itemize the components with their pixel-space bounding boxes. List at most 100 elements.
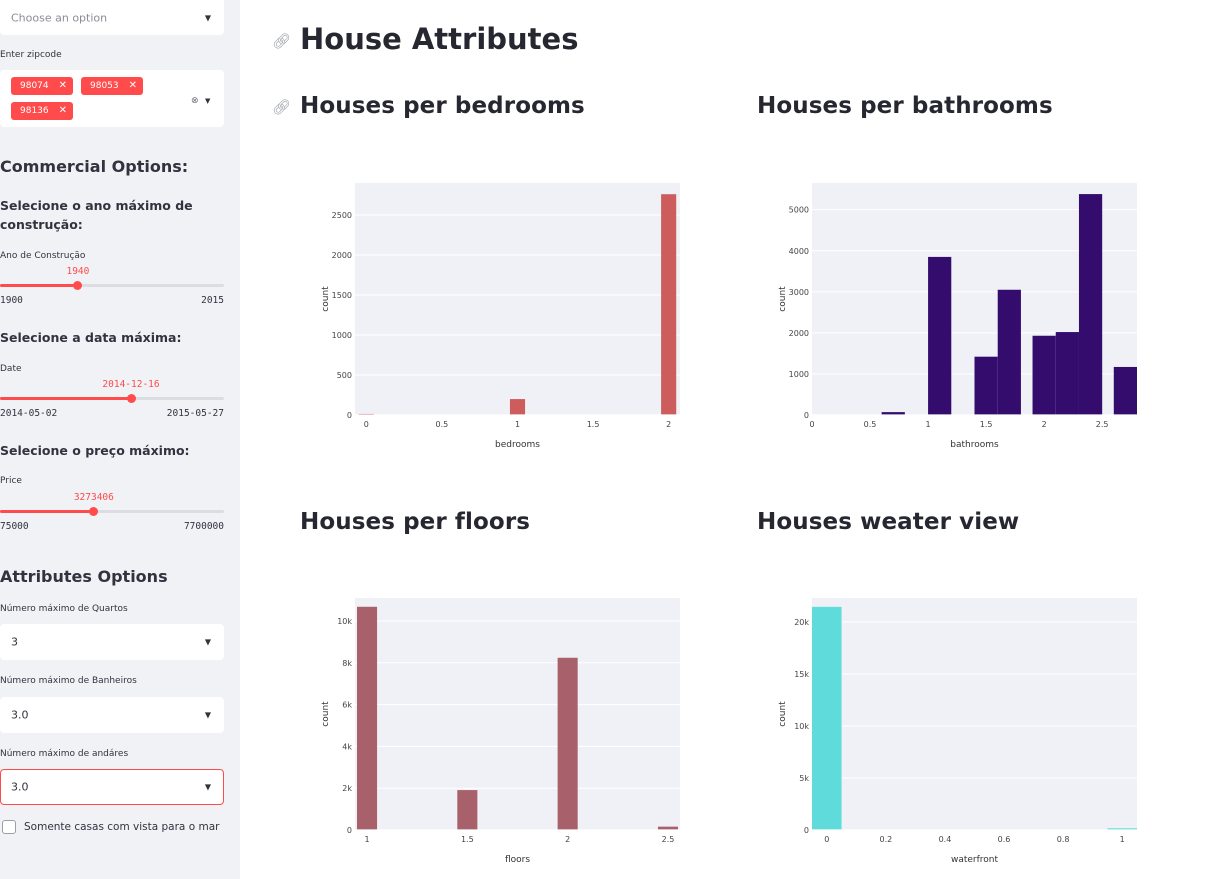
year-slider-value: 1940 xyxy=(66,266,90,277)
x-axis-label: bedrooms xyxy=(495,440,540,450)
y-tick-label: 2000 xyxy=(789,329,809,338)
date-slider-min: 2014-05-02 xyxy=(0,408,58,419)
price-slider[interactable] xyxy=(0,507,224,516)
bedrooms-chart-svg: 0 500 1000 1500 2000 2500 0 0.5 1 1.5 2 bedrooms cou… xyxy=(321,183,680,450)
y-tick-label: 4000 xyxy=(789,247,809,256)
clear-icon[interactable]: ⊗ xyxy=(191,96,199,106)
x-tick-label: 2.5 xyxy=(1096,420,1109,429)
y-tick-label: 1000 xyxy=(332,331,352,340)
price-slider-max: 7700000 xyxy=(183,521,224,532)
floors-chart: 0 2k 4k 6k 8k 10k 1 1.5 2 2.5 floors count xyxy=(310,585,700,879)
x-tick-label: 0.5 xyxy=(436,420,449,429)
date-slider-thumb[interactable] xyxy=(126,394,136,403)
date-heading: Selecione a data máxima: xyxy=(0,330,182,345)
waterview-checkbox[interactable] xyxy=(2,820,16,834)
bedrooms-select[interactable]: 3 ▼ xyxy=(0,624,224,660)
chevron-down-icon: ▼ xyxy=(204,13,211,22)
sidebar: Choose an option ▼ Enter zipcode 98074 ✕… xyxy=(0,0,240,879)
y-tick-label: 5000 xyxy=(789,206,809,215)
price-slider-thumb[interactable] xyxy=(89,507,99,516)
y-tick-label: 15k xyxy=(794,670,809,679)
y-tick-label: 20k xyxy=(794,618,809,627)
zipcode-chip[interactable]: 98053 ✕ xyxy=(81,77,143,95)
x-tick-label: 0.8 xyxy=(1057,835,1070,844)
bar xyxy=(509,399,526,415)
y-axis-label: count xyxy=(778,286,788,312)
close-icon[interactable]: ✕ xyxy=(59,102,67,120)
link-icon[interactable]: 🔗︎ xyxy=(272,32,291,50)
zipcode-chip[interactable]: 98136 ✕ xyxy=(11,102,73,120)
zipcode-label: Enter zipcode xyxy=(0,50,62,60)
year-slider[interactable] xyxy=(0,281,224,290)
price-slider-min: 75000 xyxy=(0,521,29,532)
year-slider-thumb[interactable] xyxy=(73,281,83,290)
y-tick-label: 2k xyxy=(342,784,352,793)
y-tick-label: 2500 xyxy=(332,211,352,220)
bar xyxy=(812,606,842,830)
y-tick-label: 1500 xyxy=(332,291,352,300)
zipcode-chip[interactable]: 98074 ✕ xyxy=(11,77,73,95)
floors-select-value: 3.0 xyxy=(11,780,29,794)
y-tick-label: 10k xyxy=(337,617,352,626)
x-tick-label: 0 xyxy=(364,420,369,429)
main-content: 🔗︎ House Attributes 🔗︎ Houses per bedroo… xyxy=(240,0,1220,879)
bar xyxy=(928,256,952,415)
bar xyxy=(974,356,998,415)
price-slider-value: 3273406 xyxy=(73,492,114,503)
x-tick-label: 1.5 xyxy=(461,835,474,844)
close-icon[interactable]: ✕ xyxy=(59,77,67,95)
chart-title-floors: Houses per floors xyxy=(300,509,531,535)
bar xyxy=(1032,335,1056,415)
bathrooms-chart: 0 1000 2000 3000 4000 5000 0 0.5 1 1.5 2 2.5 bathroo… xyxy=(767,170,1157,464)
bedrooms-label: Número máximo de Quartos xyxy=(0,604,128,614)
x-tick-label: 0.5 xyxy=(864,420,877,429)
link-icon[interactable]: 🔗︎ xyxy=(272,98,291,116)
bar xyxy=(1055,332,1079,415)
x-tick-label: 0 xyxy=(824,835,829,844)
y-axis-label: count xyxy=(778,701,788,727)
floors-select[interactable]: 3.0 ▼ xyxy=(0,769,224,805)
y-tick-label: 6k xyxy=(342,701,352,710)
y-tick-label: 0 xyxy=(804,826,809,835)
bathrooms-select[interactable]: 3.0 ▼ xyxy=(0,697,224,733)
date-label: Date xyxy=(0,364,22,374)
x-axis-label: bathrooms xyxy=(950,440,999,450)
bar xyxy=(661,194,677,415)
year-slider-max: 2015 xyxy=(201,295,224,306)
year-slider-min: 1900 xyxy=(0,295,23,306)
x-axis-label: waterfront xyxy=(951,855,999,865)
date-slider-value: 2014-12-16 xyxy=(102,379,160,390)
x-tick-label: 2 xyxy=(1042,420,1047,429)
y-tick-label: 0 xyxy=(347,826,352,835)
x-tick-label: 2.5 xyxy=(662,835,675,844)
top-select[interactable]: Choose an option ▼ xyxy=(0,0,224,35)
floors-label: Número máximo de andáres xyxy=(0,749,129,759)
x-tick-label: 2 xyxy=(565,835,570,844)
zipcode-chip-label: 98136 xyxy=(20,106,49,116)
y-tick-label: 500 xyxy=(337,371,352,380)
waterview-chart-svg: 0 5k 10k 15k 20k 0 0.2 0.4 0.6 0.8 1 waterfront coun… xyxy=(778,598,1137,865)
x-tick-label: 0.6 xyxy=(998,835,1011,844)
x-tick-label: 1.5 xyxy=(980,420,993,429)
year-slider-fill xyxy=(0,284,78,287)
top-select-placeholder: Choose an option xyxy=(11,11,108,24)
chevron-down-icon[interactable]: ▼ xyxy=(205,97,210,105)
y-tick-label: 10k xyxy=(794,722,809,731)
commercial-options-heading: Commercial Options: xyxy=(0,157,189,176)
bedrooms-select-value: 3 xyxy=(11,635,18,649)
date-slider[interactable] xyxy=(0,394,224,403)
waterview-checkbox-label[interactable]: Somente casas com vista para o mar xyxy=(24,821,219,833)
zipcode-multiselect[interactable]: 98074 ✕ 98053 ✕ 98136 ✕ ⊗ ▼ xyxy=(0,70,224,127)
x-axis-label: floors xyxy=(505,855,530,865)
plot-area xyxy=(355,183,680,415)
bar xyxy=(1078,194,1103,415)
x-tick-label: 1 xyxy=(364,835,369,844)
zipcode-chip-label: 98074 xyxy=(20,81,49,91)
chevron-down-icon: ▼ xyxy=(204,710,211,720)
y-tick-label: 8k xyxy=(342,659,352,668)
close-icon[interactable]: ✕ xyxy=(129,77,137,95)
price-heading: Selecione o preço máximo: xyxy=(0,443,190,458)
bathrooms-label: Número máximo de Banheiros xyxy=(0,676,137,686)
chart-title-bedrooms: Houses per bedrooms xyxy=(300,93,585,119)
bar xyxy=(1113,366,1137,415)
